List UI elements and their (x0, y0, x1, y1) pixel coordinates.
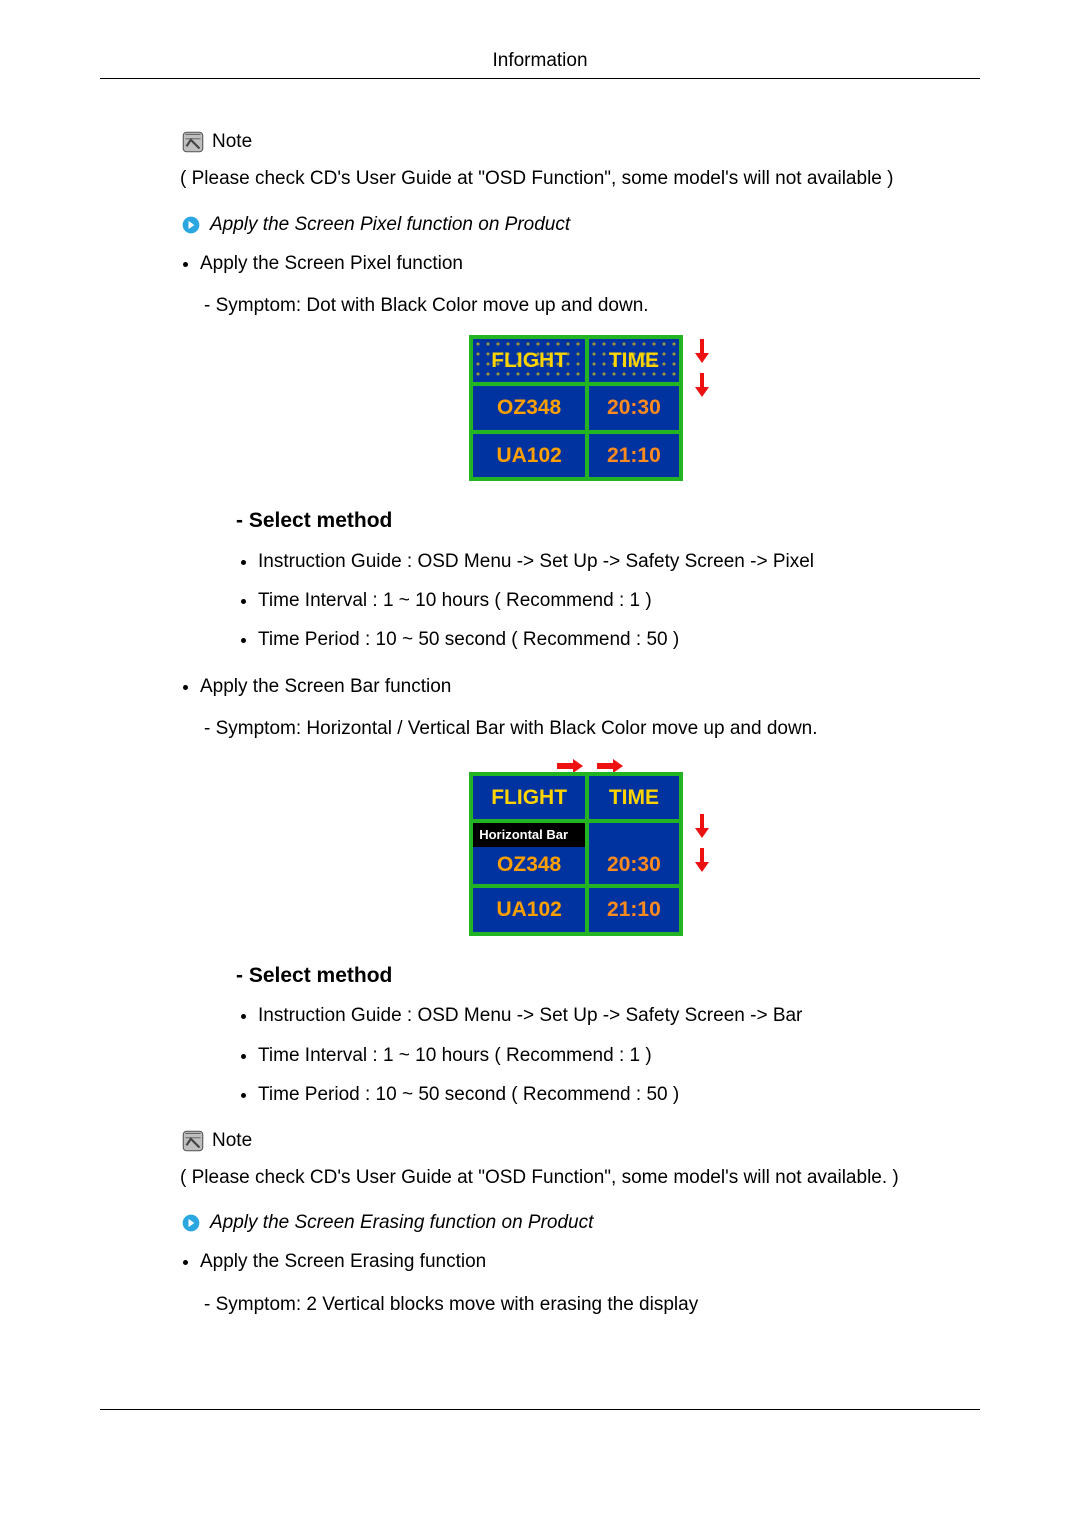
list-item: Apply the Screen Bar function - Symptom:… (200, 673, 980, 1110)
section-erasing-title: Apply the Screen Erasing function on Pro… (210, 1212, 593, 1234)
list-item: Time Period : 10 ~ 50 second ( Recommend… (258, 1080, 980, 1109)
th-flight: FLIGHT (491, 349, 567, 372)
down-arrow-icon (693, 812, 711, 840)
list-item: Time Interval : 1 ~ 10 hours ( Recommend… (258, 1041, 980, 1070)
th-flight: FLIGHT (471, 774, 587, 822)
footer-divider (100, 1409, 980, 1410)
page-header: Information (100, 50, 980, 79)
note-text: ( Please check CD's User Guide at "OSD F… (180, 165, 980, 194)
pixel-bullet: Apply the Screen Pixel function (200, 253, 463, 274)
bar-symptom: - Symptom: Horizontal / Vertical Bar wit… (204, 715, 980, 744)
down-arrow-icon (693, 846, 711, 874)
list-item: Apply the Screen Pixel function - Sympto… (200, 250, 980, 655)
table-cell: UA102 (471, 886, 587, 934)
list-item: Instruction Guide : OSD Menu -> Set Up -… (258, 547, 980, 576)
table-cell: OZ348 (471, 384, 587, 432)
note-icon (180, 1128, 206, 1154)
select-method-header: - Select method (236, 960, 980, 992)
note-label: Note (212, 1130, 252, 1152)
note-label: Note (212, 131, 252, 153)
arrow-bullet-icon (180, 214, 202, 236)
note-icon (180, 129, 206, 155)
horizontal-bar-label: Horizontal Bar (473, 823, 585, 847)
section-pixel-title: Apply the Screen Pixel function on Produ… (210, 214, 570, 236)
erase-symptom: - Symptom: 2 Vertical blocks move with e… (204, 1291, 980, 1320)
th-time: TIME (587, 774, 681, 822)
table-cell: OZ348 (473, 847, 585, 885)
th-time: TIME (609, 349, 659, 372)
down-arrow-icon (693, 371, 711, 399)
list-item: Time Period : 10 ~ 50 second ( Recommend… (258, 625, 980, 654)
table-cell: UA102 (471, 432, 587, 480)
table-cell: 20:30 (587, 384, 681, 432)
table-cell: 21:10 (587, 432, 681, 480)
arrow-bullet-icon (180, 1212, 202, 1234)
down-arrow-icon (693, 337, 711, 365)
list-item: Instruction Guide : OSD Menu -> Set Up -… (258, 1001, 980, 1030)
pixel-symptom: - Symptom: Dot with Black Color move up … (204, 292, 980, 321)
table-cell: 21:10 (587, 886, 681, 934)
flight-table-pixel: FLIGHT TIME OZ348 20:30 (469, 335, 683, 482)
table-cell: 20:30 (587, 821, 681, 886)
note-text: ( Please check CD's User Guide at "OSD F… (180, 1164, 980, 1193)
bar-bullet: Apply the Screen Bar function (200, 676, 451, 697)
erase-bullet: Apply the Screen Erasing function (200, 1251, 486, 1272)
flight-table-bar: FLIGHT TIME Horizontal Bar OZ348 20:30 (469, 772, 683, 936)
list-item: Apply the Screen Erasing function - Symp… (200, 1248, 980, 1319)
list-item: Time Interval : 1 ~ 10 hours ( Recommend… (258, 586, 980, 615)
select-method-header: - Select method (236, 505, 980, 537)
